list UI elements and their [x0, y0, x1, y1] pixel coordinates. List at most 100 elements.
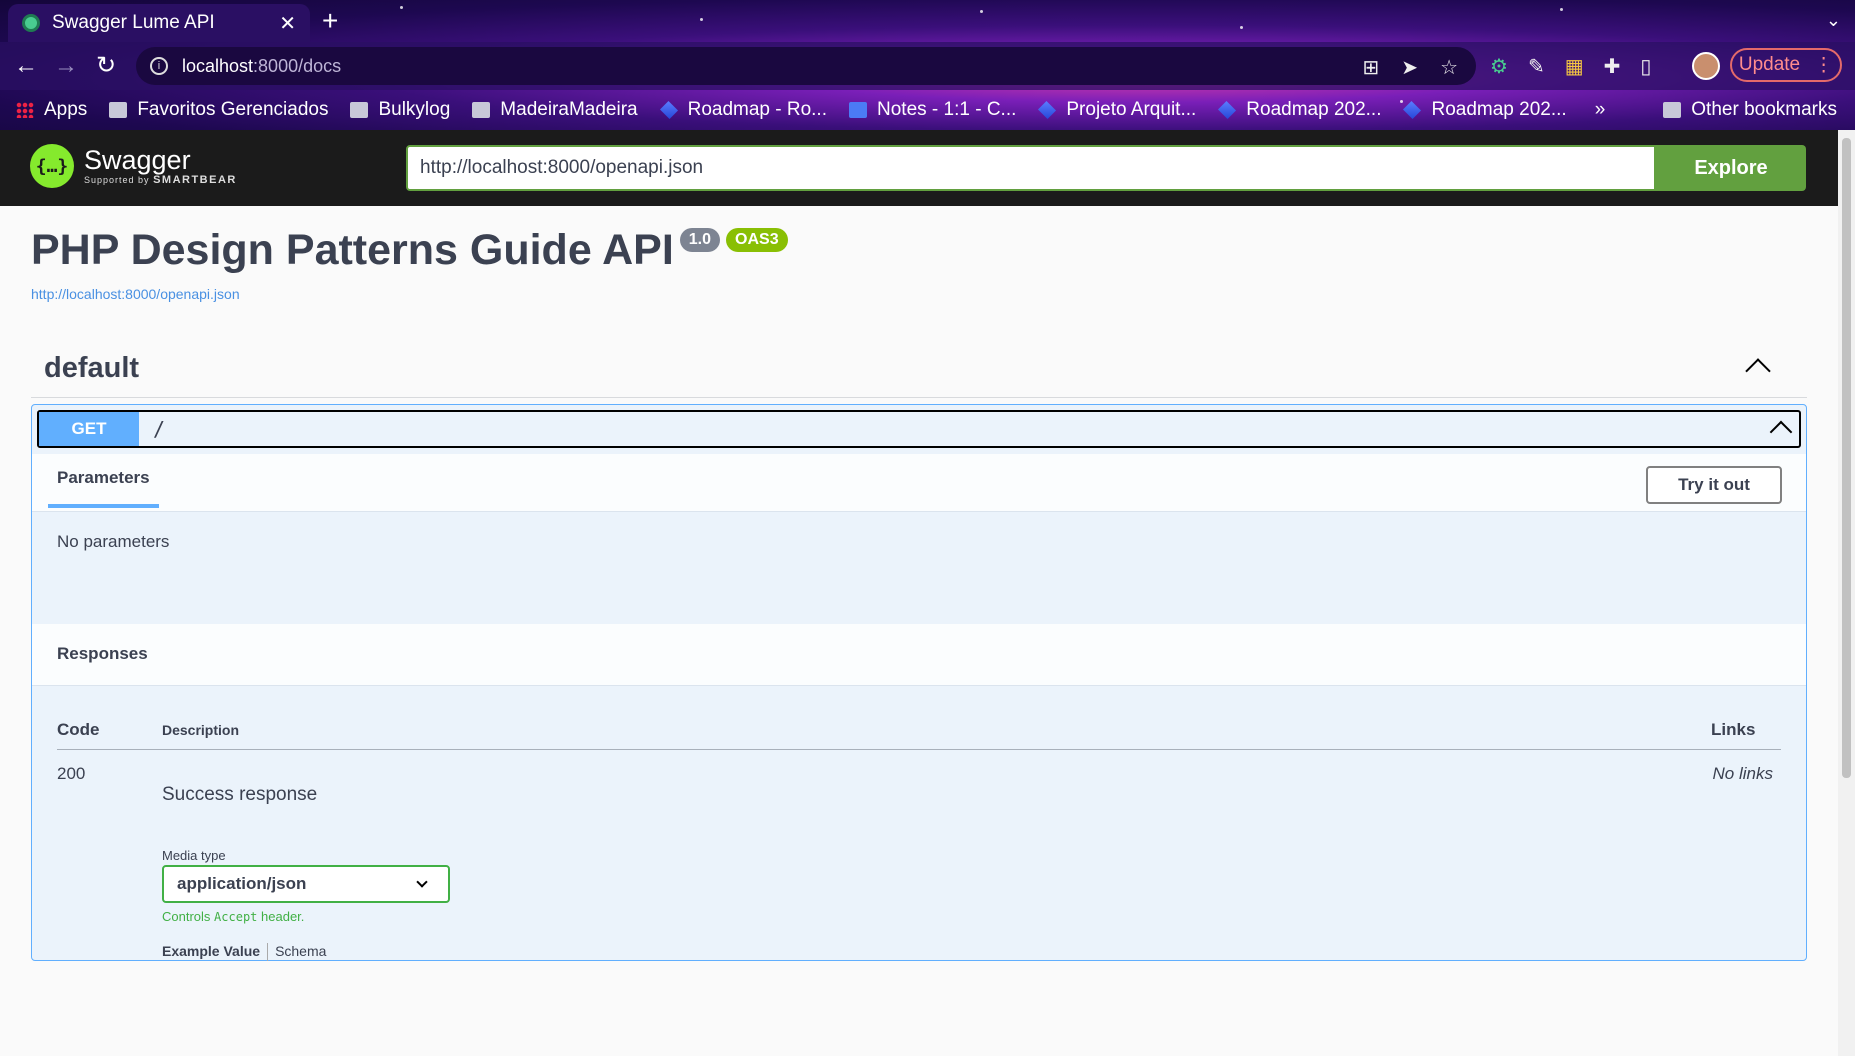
extension-gear-icon[interactable]: ⚙	[1490, 54, 1508, 79]
jira-icon	[659, 100, 678, 120]
oas-badge: OAS3	[726, 228, 788, 252]
bookmark-label: Notes - 1:1 - C...	[877, 99, 1017, 120]
page-scrollbar[interactable]	[1838, 130, 1855, 1056]
response-row: 200 Success response No links Media type…	[57, 750, 1781, 961]
bookmark-label: Bulkylog	[378, 99, 451, 120]
section-title: default	[44, 352, 140, 384]
logo-name: Swagger	[84, 145, 191, 175]
url-path: :8000/docs	[253, 55, 342, 76]
update-button[interactable]: Update ⋮	[1730, 48, 1842, 82]
bookmark-folder[interactable]: Bulkylog	[350, 99, 450, 121]
swagger-logo[interactable]: {…} Swagger Supported by SMARTBEAR	[30, 144, 237, 188]
swagger-page: {…} Swagger Supported by SMARTBEAR Explo…	[0, 130, 1838, 1056]
browser-chrome: Swagger Lume API ✕ + ⌄ ← → ↻ i localhost…	[0, 0, 1855, 130]
bookmark-label: Projeto Arquit...	[1066, 99, 1197, 120]
reload-icon[interactable]: ↻	[90, 50, 122, 82]
bookmark-label: Apps	[44, 99, 88, 120]
tab-divider	[267, 943, 269, 961]
extension-calendar-icon[interactable]: ▦	[1565, 54, 1584, 79]
tag-section-default: default GET / Parameters Try it out No p…	[31, 340, 1807, 961]
send-icon[interactable]: ➤	[1401, 55, 1418, 80]
responses-table: Code Description Links 200 Success respo…	[32, 686, 1806, 961]
more-bookmarks-icon[interactable]: »	[1595, 99, 1606, 121]
hint-prefix: Controls	[162, 909, 211, 924]
operation-summary[interactable]: GET /	[37, 410, 1801, 448]
extension-pen-icon[interactable]: ✎	[1528, 54, 1545, 79]
update-label: Update	[1738, 54, 1801, 75]
section-header[interactable]: default	[31, 340, 1807, 398]
no-parameters-text: No parameters	[57, 532, 170, 551]
spec-url-input[interactable]	[406, 145, 1656, 191]
media-type-value: application/json	[177, 874, 307, 893]
profile-avatar[interactable]	[1692, 52, 1720, 80]
other-bookmarks-label: Other bookmarks	[1691, 99, 1837, 120]
swagger-topbar: {…} Swagger Supported by SMARTBEAR Explo…	[0, 130, 1838, 206]
operation-path: /	[153, 417, 166, 441]
folder-icon	[472, 102, 491, 118]
bookmark-link[interactable]: Roadmap - Ro...	[659, 99, 827, 121]
side-panel-icon[interactable]: ▯	[1640, 54, 1651, 79]
logo-subtitle: Supported by SMARTBEAR	[84, 174, 237, 186]
page-title: PHP Design Patterns Guide API	[31, 226, 674, 274]
address-bar[interactable]: i localhost:8000/docs ⊞ ➤ ☆	[136, 47, 1476, 85]
scrollbar-thumb[interactable]	[1842, 138, 1851, 778]
try-it-out-button[interactable]: Try it out	[1646, 466, 1782, 504]
site-info-icon[interactable]: i	[150, 57, 168, 75]
logo-brand: SMARTBEAR	[153, 174, 237, 186]
tab-search-icon[interactable]: ⌄	[1826, 10, 1841, 31]
hint-suffix: header.	[261, 909, 305, 924]
example-tabs: Example Value Schema	[162, 943, 326, 961]
column-code: Code	[57, 720, 100, 739]
bookmark-label: MadeiraMadeira	[500, 99, 638, 120]
folder-icon	[1663, 102, 1682, 118]
explore-button[interactable]: Explore	[1656, 145, 1806, 191]
operation-block: GET / Parameters Try it out No parameter…	[31, 404, 1807, 961]
tab-example-value[interactable]: Example Value	[162, 943, 260, 961]
api-info: PHP Design Patterns Guide API 1.0 OAS3 h…	[31, 220, 788, 302]
media-type-label: Media type	[162, 848, 226, 863]
response-description: Success response	[162, 784, 318, 805]
bookmark-link[interactable]: Projeto Arquit...	[1038, 99, 1196, 121]
bookmark-folder[interactable]: MadeiraMadeira	[472, 99, 638, 121]
close-tab-icon[interactable]: ✕	[279, 11, 296, 36]
tab-schema[interactable]: Schema	[275, 943, 326, 961]
swagger-favicon-icon	[22, 14, 40, 32]
jira-icon	[1403, 100, 1422, 120]
tab-parameters[interactable]: Parameters	[48, 468, 159, 508]
doc-icon	[849, 102, 867, 118]
browser-tab[interactable]: Swagger Lume API ✕	[8, 4, 310, 42]
extensions-puzzle-icon[interactable]: ✚	[1604, 54, 1621, 79]
bookmarks-bar: Apps Favoritos Gerenciados Bulkylog Made…	[0, 90, 1855, 130]
responses-columns: Code Description Links	[57, 720, 1781, 750]
spec-link[interactable]: http://localhost:8000/openapi.json	[31, 286, 788, 302]
hint-code: Accept	[214, 910, 258, 924]
swagger-logo-icon: {…}	[30, 144, 74, 188]
bookmark-folder[interactable]: Favoritos Gerenciados	[109, 99, 328, 121]
bookmark-link[interactable]: Roadmap 202...	[1218, 99, 1381, 121]
bookmark-apps[interactable]: Apps	[16, 99, 87, 121]
forward-icon[interactable]: →	[50, 50, 82, 82]
bookmark-link[interactable]: Roadmap 202...	[1403, 99, 1567, 121]
browser-toolbar: ← → ↻ i localhost:8000/docs ⊞ ➤ ☆ ⚙ ✎ ▦ …	[0, 42, 1855, 90]
kebab-menu-icon: ⋮	[1814, 54, 1834, 76]
translate-icon[interactable]: ⊞	[1363, 55, 1380, 80]
new-tab-icon[interactable]: +	[322, 7, 338, 35]
other-bookmarks[interactable]: Other bookmarks	[1663, 99, 1837, 121]
chevron-up-icon[interactable]	[1745, 358, 1771, 384]
method-badge: GET	[39, 412, 139, 446]
bookmark-link[interactable]: Notes - 1:1 - C...	[849, 99, 1016, 121]
parameters-header: Parameters Try it out	[32, 454, 1806, 512]
responses-header: Responses	[32, 624, 1806, 686]
folder-icon	[350, 102, 369, 118]
back-icon[interactable]: ←	[10, 50, 42, 82]
bookmark-label: Roadmap 202...	[1246, 99, 1382, 120]
chevron-down-icon	[416, 876, 428, 888]
bookmark-label: Roadmap 202...	[1431, 99, 1567, 120]
column-links: Links	[1711, 720, 1756, 739]
media-type-select[interactable]: application/json	[162, 865, 450, 903]
chevron-up-icon[interactable]	[1769, 420, 1793, 444]
tab-title: Swagger Lume API	[52, 12, 215, 33]
apps-icon	[16, 102, 34, 118]
bookmark-star-icon[interactable]: ☆	[1440, 55, 1458, 80]
bookmark-label: Roadmap - Ro...	[687, 99, 827, 120]
